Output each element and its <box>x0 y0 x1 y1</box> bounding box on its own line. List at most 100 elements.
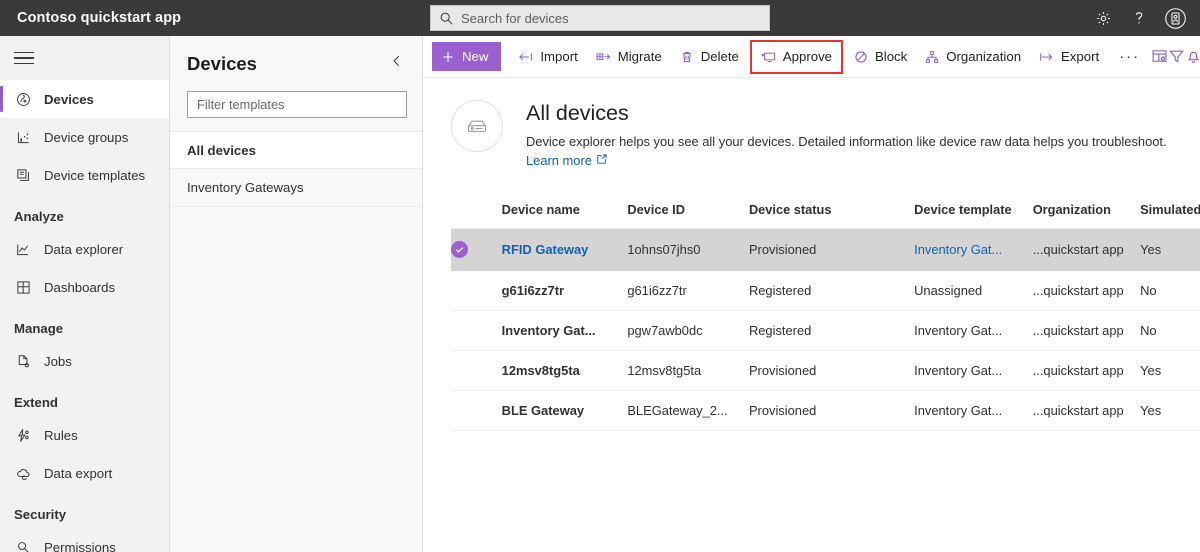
left-navigation: Devices Device groups <box>0 36 170 552</box>
column-header-device-id[interactable]: Device ID <box>627 192 749 229</box>
sidebar-item-label: Data export <box>44 466 112 481</box>
gear-icon[interactable] <box>1086 1 1120 35</box>
cell-organization: ...quickstart app <box>1033 270 1140 310</box>
column-header-device-template[interactable]: Device template <box>914 192 1033 229</box>
sidebar-item-label: Devices <box>44 92 94 107</box>
sidebar-item-jobs[interactable]: Jobs <box>0 342 169 380</box>
sidebar-group-analyze: Analyze <box>0 194 169 230</box>
sidebar-item-data-export[interactable]: Data export <box>0 454 169 492</box>
sidebar-item-label: Device groups <box>44 130 128 145</box>
jobs-document-icon <box>14 352 32 370</box>
line-chart-icon <box>14 240 32 258</box>
sidebar-group-extend: Extend <box>0 380 169 416</box>
cell-device-id: 1ohns07jhs0 <box>627 228 749 270</box>
row-select-cell[interactable] <box>451 228 502 270</box>
page-header: All devices Device explorer helps you se… <box>423 78 1200 170</box>
search-box[interactable] <box>430 5 770 31</box>
import-button[interactable]: Import <box>509 42 586 72</box>
cell-device-id: g61i6zz7tr <box>627 270 749 310</box>
cell-device-id: BLEGateway_2... <box>627 390 749 430</box>
migrate-button[interactable]: Migrate <box>587 42 671 72</box>
block-button[interactable]: Block <box>845 42 916 72</box>
row-select-cell[interactable] <box>451 350 502 390</box>
learn-more-link[interactable]: Learn more <box>526 153 607 168</box>
filter-templates-input[interactable] <box>187 91 407 118</box>
cell-organization: ...quickstart app <box>1033 310 1140 350</box>
cell-device-name[interactable]: RFID Gateway <box>502 228 628 270</box>
trash-icon <box>680 50 694 64</box>
sidebar-item-rules[interactable]: Rules <box>0 416 169 454</box>
approve-button[interactable]: Approve <box>752 42 841 72</box>
device-groups-icon <box>14 128 32 146</box>
sidebar-item-permissions[interactable]: Permissions <box>0 528 169 552</box>
row-select-cell[interactable] <box>451 310 502 350</box>
cell-device-name[interactable]: 12msv8tg5ta <box>502 350 628 390</box>
template-item-inventory-gateways[interactable]: Inventory Gateways <box>170 169 422 207</box>
filter-funnel-icon[interactable] <box>1168 42 1185 72</box>
cell-simulated: No <box>1140 310 1200 350</box>
table-row[interactable]: g61i6zz7tr g61i6zz7tr Registered Unassig… <box>451 270 1200 310</box>
sidebar-item-label: Rules <box>44 428 78 443</box>
organization-button-label: Organization <box>946 49 1021 64</box>
learn-more-label: Learn more <box>526 153 592 168</box>
table-header: Device name Device ID Device status Devi… <box>451 192 1200 229</box>
sidebar-item-label: Device templates <box>44 168 145 183</box>
cell-device-template[interactable]: Inventory Gat... <box>914 310 1033 350</box>
cell-device-template[interactable]: Inventory Gat... <box>914 390 1033 430</box>
sidebar-item-devices[interactable]: Devices <box>0 80 169 118</box>
user-badge-icon[interactable] <box>1158 1 1192 35</box>
column-header-select <box>451 192 502 229</box>
app-body: Devices Device groups <box>0 36 1200 552</box>
cell-simulated: Yes <box>1140 350 1200 390</box>
sidebar-group-manage: Manage <box>0 306 169 342</box>
column-options-icon[interactable] <box>1151 42 1168 72</box>
device-box-icon <box>451 100 503 152</box>
cell-device-template[interactable]: Unassigned <box>914 270 1033 310</box>
notifications-bell-icon[interactable] <box>1185 42 1200 72</box>
search-icon <box>439 11 454 26</box>
sidebar-item-device-templates[interactable]: Device templates <box>0 156 169 194</box>
cell-device-name[interactable]: g61i6zz7tr <box>502 270 628 310</box>
sidebar-item-label: Jobs <box>44 354 72 369</box>
table-row[interactable]: 12msv8tg5ta 12msv8tg5ta Provisioned Inve… <box>451 350 1200 390</box>
column-header-device-name[interactable]: Device name <box>502 192 628 229</box>
search-input[interactable] <box>461 7 751 29</box>
row-select-cell[interactable] <box>451 270 502 310</box>
row-select-cell[interactable] <box>451 390 502 430</box>
cell-simulated: No <box>1140 270 1200 310</box>
table-row[interactable]: BLE Gateway BLEGateway_2... Provisioned … <box>451 390 1200 430</box>
template-item-label: All devices <box>187 143 256 158</box>
sidebar-item-label: Permissions <box>44 540 116 552</box>
export-button[interactable]: Export <box>1030 42 1108 72</box>
device-templates-icon <box>14 166 32 184</box>
cell-device-template[interactable]: Inventory Gat... <box>914 350 1033 390</box>
organization-hierarchy-icon <box>925 50 939 64</box>
table-header-row: Device name Device ID Device status Devi… <box>451 192 1200 229</box>
overflow-menu-button[interactable]: ··· <box>1108 42 1151 72</box>
chevron-left-icon[interactable] <box>386 50 408 77</box>
table-row[interactable]: RFID Gateway 1ohns07jhs0 Provisioned Inv… <box>451 228 1200 270</box>
main-content: New Import <box>423 36 1200 552</box>
question-mark-icon[interactable] <box>1122 1 1156 35</box>
template-item-all-devices[interactable]: All devices <box>170 131 422 169</box>
sidebar-item-device-groups[interactable]: Device groups <box>0 118 169 156</box>
sidebar-item-data-explorer[interactable]: Data explorer <box>0 230 169 268</box>
export-arrow-icon <box>1039 50 1054 64</box>
column-header-organization[interactable]: Organization <box>1033 192 1140 229</box>
sidebar-item-dashboards[interactable]: Dashboards <box>0 268 169 306</box>
organization-button[interactable]: Organization <box>916 42 1030 72</box>
delete-button[interactable]: Delete <box>671 42 748 72</box>
cell-device-template[interactable]: Inventory Gat... <box>914 228 1033 270</box>
column-header-device-status[interactable]: Device status <box>749 192 914 229</box>
hamburger-icon[interactable] <box>0 36 169 80</box>
checkmark-icon[interactable] <box>451 241 468 258</box>
panel-title: Devices <box>187 53 257 75</box>
cell-device-name[interactable]: Inventory Gat... <box>502 310 628 350</box>
migrate-icon <box>596 50 611 64</box>
table-row[interactable]: Inventory Gat... pgw7awb0dc Registered I… <box>451 310 1200 350</box>
column-header-simulated[interactable]: Simulated <box>1140 192 1200 229</box>
new-button[interactable]: New <box>432 42 501 71</box>
approve-button-label: Approve <box>783 49 832 64</box>
template-list: All devices Inventory Gateways <box>170 131 422 207</box>
cell-device-name[interactable]: BLE Gateway <box>502 390 628 430</box>
